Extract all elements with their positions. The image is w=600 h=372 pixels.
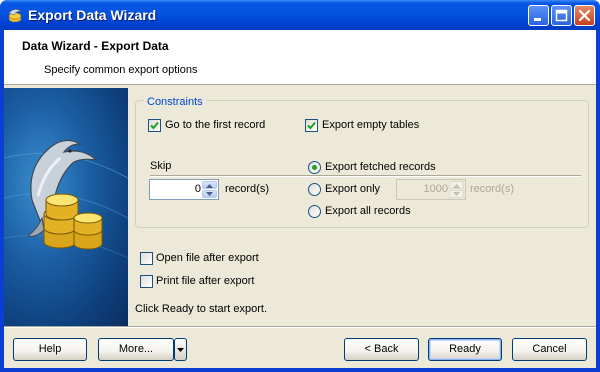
radio-selected-dot — [312, 165, 317, 170]
export-only-spin-down-button[interactable] — [449, 190, 464, 198]
dolphin-database-icon — [4, 139, 128, 259]
export-empty-tables-label[interactable]: Export empty tables — [322, 119, 419, 131]
spin-up-arrow-icon — [453, 184, 460, 188]
page-subtitle: Specify common export options — [44, 64, 198, 76]
back-button[interactable]: < Back — [344, 338, 419, 361]
constraints-legend: Constraints — [144, 96, 206, 108]
export-only-spinner-buttons — [449, 181, 464, 198]
footer-separator-highlight — [4, 327, 596, 328]
export-only-unit-label: record(s) — [470, 183, 515, 195]
skip-spinner-buttons — [202, 181, 217, 198]
app-icon — [8, 9, 23, 22]
export-all-label[interactable]: Export all records — [325, 205, 411, 217]
more-button[interactable]: More... — [98, 338, 174, 361]
export-data-wizard-window: Export Data Wizard Data Wizard - Export … — [0, 0, 600, 372]
export-only-radio[interactable] — [308, 183, 321, 196]
go-first-record-checkbox[interactable] — [148, 119, 161, 132]
export-only-value[interactable]: 1000 — [424, 183, 448, 195]
maximize-button[interactable] — [551, 5, 572, 26]
cancel-button[interactable]: Cancel — [512, 338, 587, 361]
export-only-label[interactable]: Export only — [325, 183, 380, 195]
maximize-icon — [555, 9, 568, 22]
window-title: Export Data Wizard — [28, 7, 157, 23]
spin-down-arrow-icon — [206, 192, 213, 196]
close-button[interactable] — [574, 5, 595, 26]
open-after-export-label[interactable]: Open file after export — [156, 252, 259, 264]
skip-records-spinner[interactable]: 0 — [149, 179, 219, 200]
title-bar[interactable]: Export Data Wizard — [0, 0, 600, 30]
wizard-sidebar-banner — [4, 88, 128, 326]
export-all-radio[interactable] — [308, 205, 321, 218]
open-after-export-checkbox[interactable] — [140, 252, 153, 265]
minimize-icon — [534, 18, 541, 21]
page-title: Data Wizard - Export Data — [22, 39, 169, 53]
skip-spin-up-button[interactable] — [202, 181, 217, 189]
export-only-spin-up-button[interactable] — [449, 181, 464, 189]
minimize-button[interactable] — [528, 5, 549, 26]
export-fetched-label[interactable]: Export fetched records — [325, 161, 436, 173]
help-button[interactable]: Help — [13, 338, 87, 361]
print-after-export-label[interactable]: Print file after export — [156, 275, 254, 287]
checkmark-icon — [150, 121, 159, 130]
go-first-record-label[interactable]: Go to the first record — [165, 119, 265, 131]
skip-records-value[interactable]: 0 — [195, 183, 201, 195]
skip-label: Skip — [150, 160, 172, 172]
export-fetched-radio[interactable] — [308, 161, 321, 174]
checkmark-icon — [307, 121, 316, 130]
ready-button[interactable]: Ready — [428, 338, 502, 361]
skip-spin-down-button[interactable] — [202, 190, 217, 198]
spin-down-arrow-icon — [453, 192, 460, 196]
export-empty-tables-checkbox[interactable] — [305, 119, 318, 132]
print-after-export-checkbox[interactable] — [140, 275, 153, 288]
wizard-body: Data Wizard - Export Data Specify common… — [4, 30, 596, 368]
more-dropdown-button[interactable] — [174, 338, 187, 361]
ready-hint-text: Click Ready to start export. — [135, 303, 268, 315]
dropdown-arrow-icon — [177, 348, 184, 352]
group-separator-highlight — [150, 176, 581, 177]
skip-unit-label: record(s) — [225, 183, 270, 195]
spin-up-arrow-icon — [206, 184, 213, 188]
export-only-spinner[interactable]: 1000 — [396, 179, 466, 200]
wizard-header: Data Wizard - Export Data Specify common… — [4, 30, 596, 85]
close-icon — [578, 9, 591, 22]
